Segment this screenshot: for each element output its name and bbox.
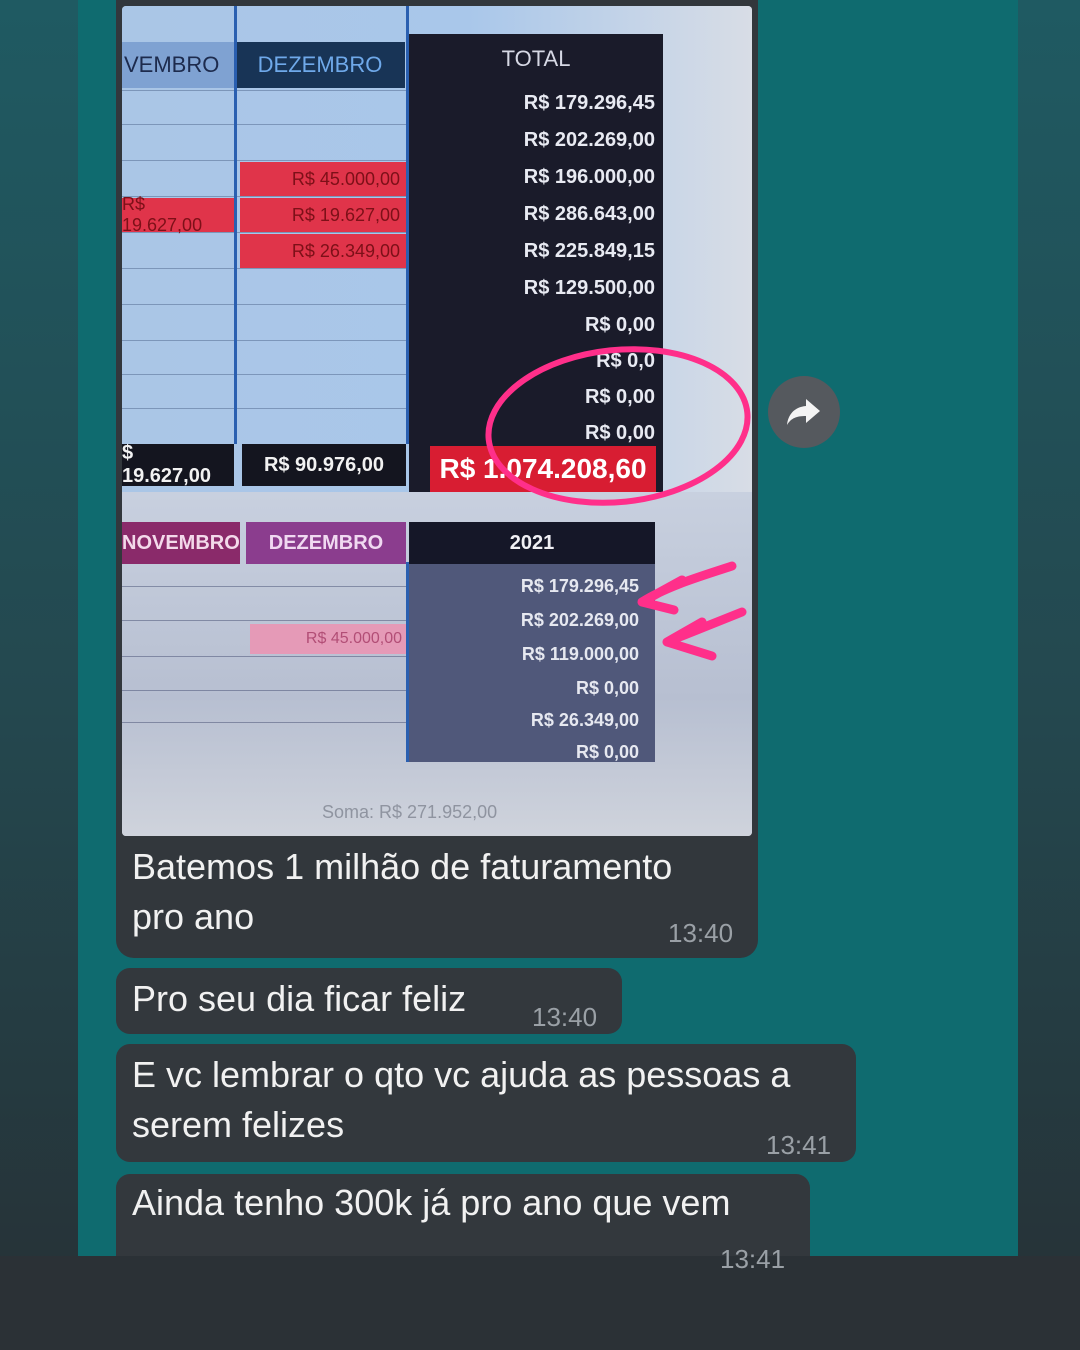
spreadsheet-photo[interactable]: VEMBRO DEZEMBRO R$ 19.627,00 R$ 45.000,0…: [122, 6, 752, 836]
message-bubble[interactable]: E vc lembrar o qto vc ajuda as pessoas a…: [116, 1044, 856, 1162]
message-bubble[interactable]: Pro seu dia ficar feliz 13:40: [116, 968, 622, 1034]
forward-button[interactable]: [768, 376, 840, 448]
message-line: Batemos 1 milhão de faturamento: [132, 846, 673, 887]
message-time: 13:40: [668, 918, 734, 948]
message-bubble[interactable]: Ainda tenho 300k já pro ano que vem 13:4…: [116, 1174, 810, 1274]
marker-annotations: [485, 346, 751, 661]
message-time: 13:40: [532, 1002, 598, 1032]
bottom-bar: [0, 1256, 1080, 1350]
message-line: serem felizes: [132, 1104, 345, 1145]
message-line: E vc lembrar o qto vc ajuda as pessoas a: [132, 1054, 791, 1095]
message-text: Ainda tenho 300k já pro ano que vem: [132, 1182, 731, 1223]
message-text: Pro seu dia ficar feliz: [132, 978, 467, 1019]
forward-arrow-icon: [787, 399, 820, 425]
message-text: Batemos 1 milhão de faturamento pro ano: [132, 842, 752, 942]
message-time: 13:41: [720, 1244, 786, 1274]
message-line: pro ano: [132, 896, 255, 937]
image-message[interactable]: VEMBRO DEZEMBRO R$ 19.627,00 R$ 45.000,0…: [116, 0, 758, 958]
message-time: 13:41: [766, 1130, 832, 1160]
